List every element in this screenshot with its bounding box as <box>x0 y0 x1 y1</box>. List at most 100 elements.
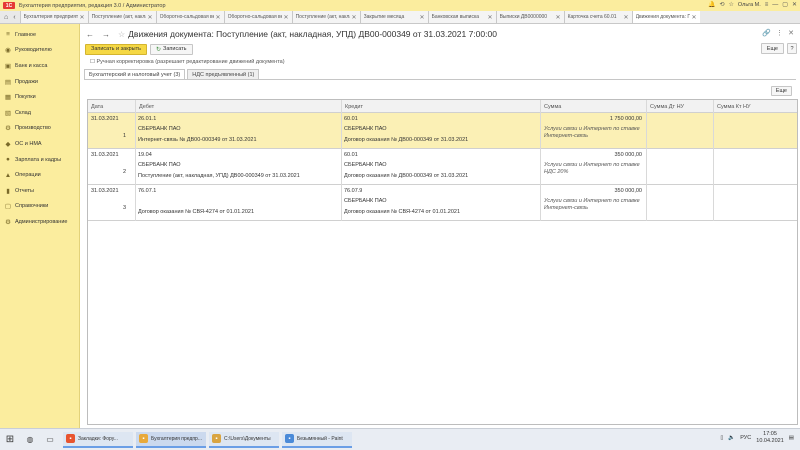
app-icon: ▪ <box>212 434 221 443</box>
column-header[interactable]: Кредит <box>341 100 540 113</box>
volume-icon[interactable]: 🔈 <box>728 435 735 441</box>
window-tab[interactable]: Карточка счета 60.01 ✕ <box>563 11 632 23</box>
sidebar-item[interactable]: ▣ Банк и касса <box>0 58 79 74</box>
tab-close-icon[interactable]: ✕ <box>420 14 425 21</box>
ruble-icon: ◉ <box>5 47 11 55</box>
close-icon[interactable]: ✕ <box>792 1 797 8</box>
menu-dots-icon[interactable]: ⋮ <box>776 29 783 37</box>
sidebar-item[interactable]: ⚙ Производство <box>0 121 79 137</box>
window-tab[interactable]: Оборотно-сальдовая ведомость✕ <box>223 11 292 23</box>
sidebar-item[interactable]: ◆ ОС и НМА <box>0 136 79 152</box>
write-button[interactable]: ↻ Записать <box>150 43 193 55</box>
sidebar-item[interactable]: ⚙ Администрирование <box>0 214 79 230</box>
minimize-icon[interactable]: — <box>772 2 778 8</box>
window-tab-label: Поступление (акт, накладная) <box>91 14 146 20</box>
window-tab[interactable]: Движения документа: П... ✕ <box>631 11 700 23</box>
sidebar-item-label: Главное <box>15 31 37 38</box>
tab-close-icon[interactable]: ✕ <box>148 14 153 21</box>
history-icon[interactable]: ⟲ <box>719 1 724 8</box>
table-row[interactable]: 31.03.2021 1 26.01.1 СБЕРБАНК ПАО Интернет-с… <box>88 113 797 149</box>
register-tab[interactable]: Бухгалтерский и налоговый учет (3) <box>84 69 186 79</box>
help-button[interactable]: ? <box>787 43 797 54</box>
back-icon[interactable]: ‹ <box>13 14 15 21</box>
manual-correction-checkbox[interactable]: ☐ Ручная корректировка (разрешает редакт… <box>90 59 285 65</box>
column-header[interactable]: Сумма Кт НУ <box>713 100 799 113</box>
tab-close-icon[interactable]: ✕ <box>284 14 289 21</box>
notifications-icon[interactable]: ▤ <box>789 435 794 441</box>
catalog-icon: ▢ <box>4 203 12 211</box>
network-icon[interactable]: ▯ <box>720 435 723 441</box>
star-icon[interactable]: ☆ <box>729 1 734 8</box>
window-close-icon[interactable]: ✕ <box>788 29 794 37</box>
table-row[interactable]: 31.03.2021 2 19.04 СБЕРБАНК ПАО Поступление … <box>88 149 797 185</box>
tab-close-icon[interactable]: ✕ <box>216 14 221 21</box>
sidebar-item[interactable]: ▦ Покупки <box>0 89 79 105</box>
write-and-close-button[interactable]: Записать и закрыть <box>85 43 148 55</box>
tab-close-icon[interactable]: ✕ <box>556 14 561 21</box>
more-button[interactable]: Еще <box>760 43 784 54</box>
window-tab[interactable]: Закрытие месяца ✕ <box>359 11 428 23</box>
column-header[interactable]: Дебет <box>135 100 341 113</box>
nav-forward-icon[interactable]: → <box>102 30 113 39</box>
cell-debit-account: 26.01.1 <box>138 116 157 122</box>
taskbar-app[interactable]: ▪ C:\Users\Документы <box>209 431 279 448</box>
tab-close-icon[interactable]: ✕ <box>80 14 85 21</box>
tab-close-icon[interactable]: ✕ <box>692 14 697 21</box>
os-taskbar: ⊞ ◍ ▭ ▪ Закладки: Фору... ▪ Бухгалтерия пре… <box>0 428 800 450</box>
register-tab[interactable]: НДС предъявленный (1) <box>187 69 260 79</box>
tab-close-icon[interactable]: ✕ <box>624 14 629 21</box>
window-tab[interactable]: Банковская выписка ✕ <box>427 11 496 23</box>
register-tab-label: НДС предъявленный (1) <box>192 71 255 78</box>
window-tab[interactable]: Поступление (акт, накладная)✕ <box>291 11 360 23</box>
nav-back-icon[interactable]: ← <box>86 30 97 39</box>
column-header[interactable]: Сумма <box>540 100 646 113</box>
window-tab-label: Оборотно-сальдовая ведомость <box>159 14 214 20</box>
window-tab[interactable]: Бухгалтерия предприятия✕ <box>19 11 88 23</box>
cell-debit-document: Договор оказания № СВЯ-4274 от 01.01.202… <box>138 209 255 215</box>
sidebar-item-label: Банк и касса <box>15 62 48 69</box>
sidebar-item[interactable]: ▮ Отчеты <box>0 183 79 199</box>
explorer-icon[interactable]: ▭ <box>40 429 60 450</box>
maximize-icon[interactable]: ▢ <box>782 1 788 8</box>
table-more-button[interactable]: Еще <box>770 86 792 96</box>
cell-date: 31.03.2021 <box>91 188 119 194</box>
tab-close-icon[interactable]: ✕ <box>352 14 357 21</box>
column-header[interactable]: Сумма Дт НУ <box>646 100 713 113</box>
sidebar-item-label: Склад <box>15 109 31 116</box>
taskbar-app-label: Бухгалтерия предпр... <box>151 435 203 442</box>
window-tab-label: Выписки ДВ0000000 <box>499 14 548 20</box>
window-tab[interactable]: Поступление (акт, накладная)✕ <box>87 11 156 23</box>
settings-icon[interactable]: ≡ <box>765 2 769 8</box>
home-icon[interactable]: ⌂ <box>4 14 8 21</box>
cell-credit-account: 76.07.9 <box>344 188 363 194</box>
column-header[interactable]: Дата <box>88 100 135 113</box>
write-button-label: Записать <box>163 46 187 52</box>
register-tabs: Бухгалтерский и налоговый учет (3) НДС пр… <box>84 69 261 79</box>
sidebar-item[interactable]: ▤ Продажи <box>0 74 79 90</box>
taskbar-app[interactable]: ▪ Бухгалтерия предпр... <box>136 431 206 448</box>
user-name[interactable]: Ольга М. <box>738 2 761 8</box>
table-row[interactable]: 31.03.2021 3 76.07.1 Договор оказания № СВЯ… <box>88 185 797 221</box>
sidebar-item[interactable]: ▧ Склад <box>0 105 79 121</box>
sidebar-item[interactable]: ● Зарплата и кадры <box>0 152 79 168</box>
sidebar-item[interactable]: ▢ Справочники <box>0 199 79 215</box>
language-indicator[interactable]: РУС <box>740 435 751 441</box>
link-icon[interactable]: 🔗 <box>762 29 771 37</box>
sidebar-item[interactable]: ≡ Главное <box>0 27 79 43</box>
window-tab[interactable]: Выписки ДВ0000000 ✕ <box>495 11 564 23</box>
clock[interactable]: 17:05 10.04.2021 <box>756 431 784 445</box>
window-tab-label: Банковская выписка <box>431 14 480 20</box>
sidebar-item[interactable]: ◉ Руководителю <box>0 43 79 59</box>
cell-date: 31.03.2021 <box>91 152 119 158</box>
windows-start-icon[interactable]: ⊞ <box>0 429 20 450</box>
chrome-icon[interactable]: ◍ <box>20 429 40 450</box>
window-tab[interactable]: Оборотно-сальдовая ведомость✕ <box>155 11 224 23</box>
system-tray: ▯ 🔈 РУС 17:05 10.04.2021 ▤ <box>720 431 794 445</box>
sidebar-item[interactable]: ▲ Операции <box>0 167 79 183</box>
taskbar-app[interactable]: ▪ Безымянный - Paint <box>282 431 352 448</box>
taskbar-app[interactable]: ▪ Закладки: Фору... <box>63 431 133 448</box>
favorite-star-icon[interactable]: ☆ <box>118 30 125 39</box>
bell-icon[interactable]: 🔔 <box>708 1 715 8</box>
tab-close-icon[interactable]: ✕ <box>488 14 493 21</box>
clock-time: 17:05 <box>763 431 777 437</box>
